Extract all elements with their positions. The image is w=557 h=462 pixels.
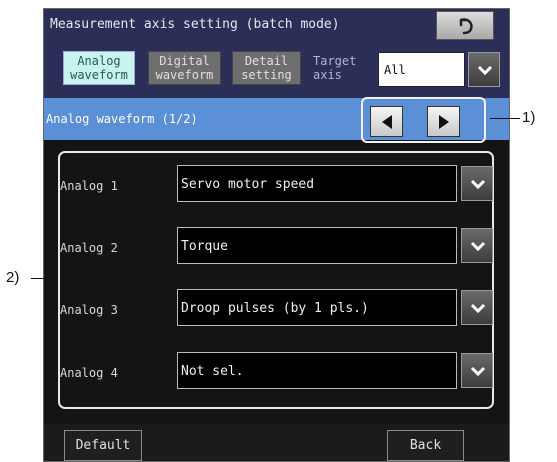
back-button[interactable]: Back	[387, 430, 464, 461]
callout-2-leader	[31, 278, 58, 279]
measurement-axis-screen: Measurement axis setting (batch mode) An…	[43, 8, 510, 462]
analog-4-select[interactable]: Not sel.	[177, 352, 457, 389]
tab-strip: Analog waveform Digital waveform Detail …	[44, 42, 509, 98]
callout-2-label: 2)	[6, 269, 20, 286]
return-button[interactable]	[436, 11, 494, 40]
target-axis-select[interactable]: All	[378, 52, 465, 87]
tab-analog-waveform[interactable]: Analog waveform	[63, 51, 135, 85]
footer-bar: Default Back	[44, 424, 509, 461]
next-page-button[interactable]	[427, 106, 460, 137]
chevron-down-icon	[470, 179, 486, 190]
prev-page-button[interactable]	[370, 106, 403, 137]
analog-2-select[interactable]: Torque	[177, 227, 457, 264]
section-title: Analog waveform (1/2)	[46, 112, 198, 126]
analog-3-label: Analog 3	[60, 303, 118, 317]
analog-4-dropdown-button[interactable]	[461, 353, 493, 388]
analog-2-dropdown-button[interactable]	[461, 228, 493, 263]
triangle-right-icon	[439, 115, 449, 129]
triangle-left-icon	[382, 115, 392, 129]
analog-4-label: Analog 4	[60, 366, 118, 380]
analog-3-dropdown-button[interactable]	[461, 290, 493, 325]
target-axis-dropdown-button[interactable]	[468, 52, 500, 87]
tab-detail-setting[interactable]: Detail setting	[232, 51, 301, 85]
callout-1-leader	[490, 118, 520, 119]
target-axis-value: All	[384, 63, 406, 77]
tab-digital-waveform[interactable]: Digital waveform	[148, 51, 221, 85]
callout-1-label: 1)	[522, 109, 536, 126]
chevron-down-icon	[470, 303, 486, 314]
chevron-down-icon	[477, 65, 493, 76]
analog-1-select[interactable]: Servo motor speed	[177, 165, 457, 202]
analog-3-value: Droop pulses (by 1 pls.)	[181, 301, 369, 316]
chevron-down-icon	[470, 366, 486, 377]
chevron-down-icon	[470, 241, 486, 252]
analog-1-label: Analog 1	[60, 179, 118, 193]
title-bar: Measurement axis setting (batch mode)	[44, 9, 509, 42]
analog-2-value: Torque	[181, 239, 228, 254]
analog-3-select[interactable]: Droop pulses (by 1 pls.)	[177, 289, 457, 326]
analog-1-value: Servo motor speed	[181, 177, 315, 192]
target-axis-label: Target axis	[313, 54, 357, 82]
return-arrow-icon	[459, 18, 473, 35]
analog-4-value: Not sel.	[181, 364, 244, 379]
analog-1-dropdown-button[interactable]	[461, 166, 493, 201]
default-button[interactable]: Default	[64, 430, 142, 461]
window-title: Measurement axis setting (batch mode)	[50, 17, 340, 32]
analog-2-label: Analog 2	[60, 241, 118, 255]
